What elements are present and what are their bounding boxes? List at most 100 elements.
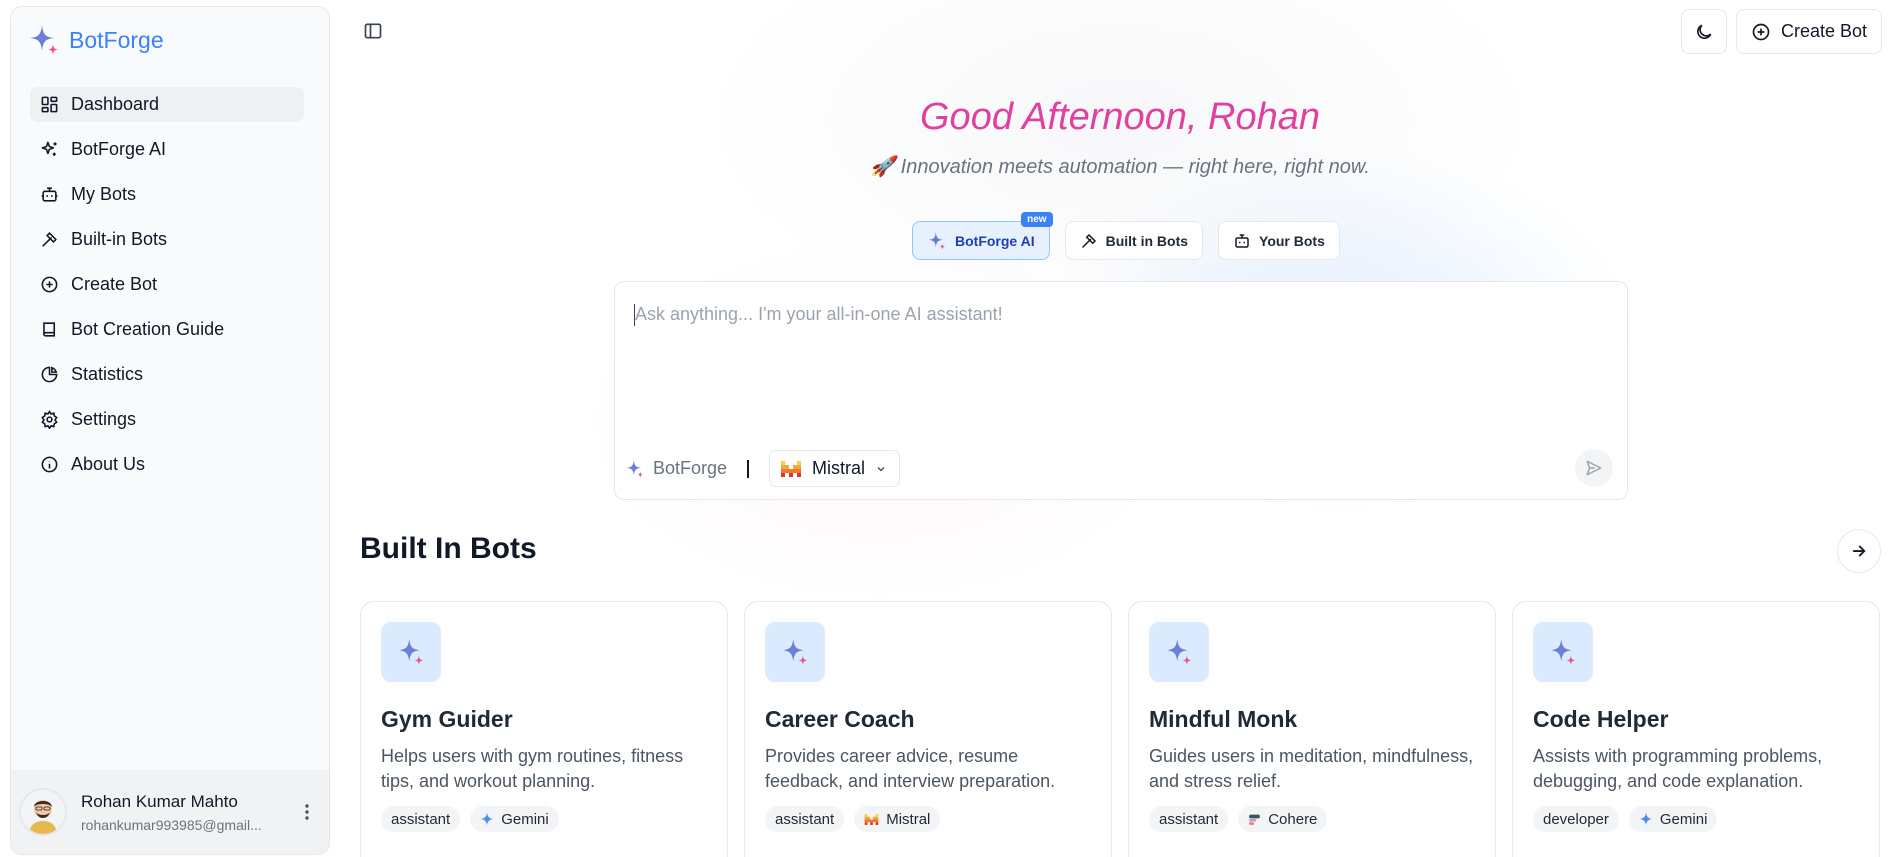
sidebar-item-botforge-ai[interactable]: BotForge AI	[30, 132, 304, 167]
user-name: Rohan Kumar Mahto	[81, 791, 238, 811]
model-badge: Gemini	[470, 806, 559, 832]
tag-label: Gemini	[501, 810, 549, 828]
prompt-input[interactable]	[635, 304, 1595, 325]
user-profile[interactable]: Rohan Kumar Mahto rohankumar993985@gmail…	[11, 770, 329, 854]
model-badge: Mistral	[854, 806, 941, 832]
bot-card-tags: assistant Mistral	[765, 806, 941, 832]
prompt-box: BotForge Mistral	[614, 281, 1628, 500]
create-bot-label: Create Bot	[1780, 21, 1868, 41]
sidebar-item-label: Bot Creation Guide	[71, 319, 225, 339]
section-title: Built In Bots	[360, 532, 537, 565]
tab-built-in-bots[interactable]: Built in Bots	[1064, 221, 1204, 260]
sparkles-icon	[782, 638, 808, 666]
bot-card-icon	[1533, 622, 1593, 682]
tab-label: Your Bots	[1259, 232, 1325, 249]
toggle-sidebar-button[interactable]	[358, 18, 388, 44]
bot-cards: Gym Guider Helps users with gym routines…	[360, 601, 1880, 857]
sidebar-item-label: About Us	[71, 454, 146, 474]
tag-label: Cohere	[1268, 810, 1318, 828]
mode-tabs: BotForge AI new Built in Bots Your Bots	[912, 212, 1340, 260]
model-label: Mistral	[812, 458, 866, 478]
user-avatar-icon	[21, 790, 65, 834]
tab-label: Built in Bots	[1105, 232, 1189, 249]
tag-label: Mistral	[886, 810, 931, 828]
model-badge: Gemini	[1628, 806, 1718, 832]
sparkles-icon	[41, 141, 57, 156]
chevron-down-icon	[877, 466, 885, 471]
tag-badge: assistant	[1149, 806, 1229, 832]
model-select[interactable]: Mistral	[769, 450, 901, 487]
sidebar: BotForge Dashboard BotForge AI My Bots B…	[10, 6, 330, 855]
sidebar-item-my-bots[interactable]: My Bots	[30, 177, 304, 212]
botforge-logo-icon	[626, 459, 644, 478]
tagline: 🚀 Innovation meets automation — right he…	[870, 156, 1370, 178]
bot-card-title: Code Helper	[1533, 706, 1669, 732]
bot-card-gym-guider[interactable]: Gym Guider Helps users with gym routines…	[360, 601, 728, 857]
prompt-footer: BotForge Mistral	[625, 450, 901, 487]
plus-circle-icon	[41, 276, 58, 293]
prompt-brand: BotForge	[625, 458, 727, 479]
sidebar-item-settings[interactable]: Settings	[30, 402, 304, 437]
bot-card-tags: assistant Cohere	[1149, 806, 1328, 832]
more-options-icon[interactable]	[295, 800, 319, 824]
create-bot-button[interactable]: Create Bot	[1736, 9, 1882, 54]
next-arrow-button[interactable]	[1837, 529, 1881, 573]
avatar	[19, 788, 67, 836]
greeting-heading: Good Afternoon, Rohan	[920, 96, 1320, 138]
brand-name: BotForge	[69, 26, 164, 53]
dashboard-icon	[41, 96, 58, 113]
sparkles-icon	[1166, 638, 1192, 666]
gemini-logo-icon	[480, 812, 494, 826]
arrow-right-icon	[1852, 545, 1866, 557]
brand[interactable]: BotForge	[27, 23, 164, 57]
gemini-logo-icon	[1639, 812, 1653, 826]
send-button[interactable]	[1575, 449, 1613, 487]
bot-card-icon	[765, 622, 825, 682]
bot-card-icon	[381, 622, 441, 682]
sidebar-item-label: Statistics	[71, 364, 144, 384]
user-info: Rohan Kumar Mahto rohankumar993985@gmail…	[81, 792, 295, 833]
plus-circle-icon	[1752, 23, 1770, 40]
theme-toggle-button[interactable]	[1681, 9, 1727, 54]
tag-badge: assistant	[381, 806, 461, 832]
separator	[747, 459, 750, 478]
sidebar-item-dashboard[interactable]: Dashboard	[30, 87, 304, 122]
sidebar-item-built-in-bots[interactable]: Built-in Bots	[30, 222, 304, 257]
tag-label: developer	[1543, 810, 1609, 828]
info-icon	[41, 456, 58, 473]
tag-label: assistant	[391, 810, 451, 828]
bot-card-icon	[1149, 622, 1209, 682]
bot-card-description: Guides users in meditation, mindfulness,…	[1149, 746, 1474, 791]
tag-badge: assistant	[765, 806, 845, 832]
mistral-logo-icon	[864, 813, 879, 825]
bot-card-title: Mindful Monk	[1149, 706, 1298, 732]
sidebar-item-statistics[interactable]: Statistics	[30, 357, 304, 392]
bot-icon	[1235, 233, 1249, 248]
sidebar-item-bot-creation-guide[interactable]: Bot Creation Guide	[30, 312, 304, 347]
bot-card-career-coach[interactable]: Career Coach Provides career advice, res…	[744, 601, 1112, 857]
hammer-icon	[1081, 233, 1096, 248]
sidebar-item-create-bot[interactable]: Create Bot	[30, 267, 304, 302]
sidebar-item-label: Built-in Bots	[71, 229, 168, 249]
botforge-logo-icon	[928, 231, 946, 250]
tab-your-bots[interactable]: Your Bots	[1218, 221, 1340, 260]
sidebar-item-about-us[interactable]: About Us	[30, 447, 304, 482]
cohere-logo-icon	[1249, 814, 1261, 825]
bot-icon	[41, 187, 58, 202]
tab-label: BotForge AI	[955, 232, 1035, 249]
sidebar-nav: Dashboard BotForge AI My Bots Built-in B…	[30, 87, 304, 492]
sidebar-item-label: Dashboard	[71, 94, 160, 114]
pie-chart-icon	[41, 366, 58, 383]
model-badge: Cohere	[1238, 806, 1328, 832]
gear-icon	[41, 410, 58, 429]
bot-card-mindful-monk[interactable]: Mindful Monk Guides users in meditation,…	[1128, 601, 1496, 857]
moon-icon	[1697, 24, 1712, 39]
tag-label: assistant	[775, 810, 835, 828]
book-icon	[43, 322, 56, 337]
bot-card-code-helper[interactable]: Code Helper Assists with programming pro…	[1512, 601, 1880, 857]
sidebar-item-label: BotForge AI	[71, 139, 167, 159]
tag-label: assistant	[1159, 810, 1219, 828]
bot-card-tags: assistant Gemini	[381, 806, 559, 832]
sparkles-icon	[1550, 638, 1576, 666]
tab-botforge-ai[interactable]: BotForge AI new	[912, 212, 1053, 260]
